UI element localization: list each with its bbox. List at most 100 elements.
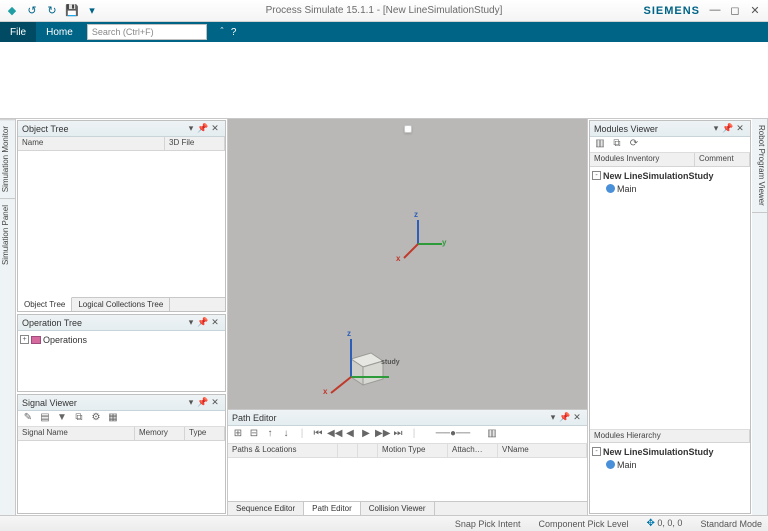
pe-col-paths[interactable]: Paths & Locations xyxy=(228,444,338,457)
pe-col-2[interactable] xyxy=(358,444,378,457)
panel-pin-icon[interactable]: 📌 xyxy=(197,123,209,134)
tab-object-tree[interactable]: Object Tree xyxy=(18,297,72,311)
sig-btn-2[interactable]: ▤ xyxy=(38,412,52,426)
panel-pin-icon[interactable]: 📌 xyxy=(722,123,734,134)
window-controls: — ◻ ✕ xyxy=(706,4,764,17)
path-editor-title: Path Editor xyxy=(232,413,547,423)
operation-tree-panel: Operation Tree ▾ 📌 ✕ + Operations xyxy=(17,314,226,392)
qat-more-icon[interactable]: ▾ xyxy=(84,3,100,19)
pe-last-icon[interactable]: ⏭ xyxy=(391,428,405,442)
sig-btn-1[interactable]: ✎ xyxy=(21,412,35,426)
search-input[interactable]: Search (Ctrl+F) xyxy=(87,24,207,40)
panel-pin-icon[interactable]: 📌 xyxy=(197,317,209,328)
col-name[interactable]: Name xyxy=(18,137,165,150)
maximize-button[interactable]: ◻ xyxy=(726,4,744,17)
col-comment[interactable]: Comment xyxy=(695,153,750,166)
collapse-icon[interactable]: - xyxy=(592,171,601,180)
panel-pin-icon[interactable]: 📌 xyxy=(559,412,571,423)
qat-undo-icon[interactable]: ↺ xyxy=(24,3,40,19)
col-type[interactable]: Type xyxy=(185,427,225,440)
status-pick[interactable]: Component Pick Level xyxy=(538,519,628,529)
collapse-icon[interactable]: - xyxy=(592,447,601,456)
panel-dropdown-icon[interactable]: ▾ xyxy=(185,317,197,328)
help-icon[interactable]: ? xyxy=(231,27,237,38)
pe-up-icon[interactable]: ↑ xyxy=(263,428,277,442)
panel-pin-icon[interactable]: 📌 xyxy=(197,397,209,408)
col-3dfile[interactable]: 3D File xyxy=(165,137,225,150)
pe-slider[interactable]: ──●── xyxy=(423,428,483,442)
qat-save-icon[interactable]: 💾 xyxy=(64,3,80,19)
tab-path-editor[interactable]: Path Editor xyxy=(304,502,361,515)
sig-btn-6[interactable]: ▦ xyxy=(106,412,120,426)
tab-logical-collections[interactable]: Logical Collections Tree xyxy=(72,298,170,311)
pe-dn-icon[interactable]: ↓ xyxy=(279,428,293,442)
panel-close-icon[interactable]: ✕ xyxy=(734,123,746,134)
tree-row-operations[interactable]: + Operations xyxy=(20,333,223,346)
panel-close-icon[interactable]: ✕ xyxy=(209,317,221,328)
panel-dropdown-icon[interactable]: ▾ xyxy=(185,123,197,134)
pe-fwd-icon[interactable]: ▶▶ xyxy=(375,428,389,442)
status-snap[interactable]: Snap Pick Intent xyxy=(455,519,521,529)
panel-dropdown-icon[interactable]: ▾ xyxy=(185,397,197,408)
sidetab-robot-program-viewer[interactable]: Robot Program Viewer xyxy=(752,119,767,213)
pe-col-attach[interactable]: Attach… xyxy=(448,444,498,457)
tree-row-main-h[interactable]: Main xyxy=(592,458,748,471)
pe-col-vname[interactable]: VName xyxy=(498,444,587,457)
operation-tree[interactable]: + Operations xyxy=(18,331,225,391)
panel-dropdown-icon[interactable]: ▾ xyxy=(547,412,559,423)
pe-back-icon[interactable]: ◀ xyxy=(343,428,357,442)
pe-cols-icon[interactable]: ▥ xyxy=(485,428,499,442)
sidetab-simulation-panel[interactable]: Simulation Panel xyxy=(0,198,15,271)
panel-dropdown-icon[interactable]: ▾ xyxy=(710,123,722,134)
pe-add-icon[interactable]: ⊞ xyxy=(231,428,245,442)
tab-sequence-editor[interactable]: Sequence Editor xyxy=(228,502,304,515)
minimize-button[interactable]: — xyxy=(706,4,724,17)
modules-hierarchy-tree[interactable]: - New LineSimulationStudy Main xyxy=(590,443,750,513)
sig-btn-3[interactable]: ▼ xyxy=(55,412,69,426)
pe-first-icon[interactable]: ⏮ xyxy=(311,428,325,442)
tree-label: New LineSimulationStudy xyxy=(603,171,714,181)
tree-row-study[interactable]: - New LineSimulationStudy xyxy=(592,169,748,182)
col-signal-name[interactable]: Signal Name xyxy=(18,427,135,440)
expand-icon[interactable]: + xyxy=(20,335,29,344)
collapse-ribbon-icon[interactable]: ＾ xyxy=(217,25,227,40)
mv-btn-3[interactable]: ⟳ xyxy=(627,138,641,152)
panel-close-icon[interactable]: ✕ xyxy=(209,123,221,134)
tree-label: Operations xyxy=(43,335,87,345)
col-memory[interactable]: Memory xyxy=(135,427,185,440)
panel-close-icon[interactable]: ✕ xyxy=(571,412,583,423)
axis-gizmo-world: z y x xyxy=(398,214,448,264)
signal-toolbar: ✎ ▤ ▼ ⧉ ⚙ ▦ xyxy=(18,411,225,427)
app-icon[interactable]: ◆ xyxy=(4,3,20,19)
tab-collision-viewer[interactable]: Collision Viewer xyxy=(361,502,435,515)
module-icon xyxy=(606,460,615,469)
close-button[interactable]: ✕ xyxy=(746,4,764,17)
tree-row-study-h[interactable]: - New LineSimulationStudy xyxy=(592,445,748,458)
3d-viewport[interactable]: z y x z study x xyxy=(228,119,587,409)
tab-home[interactable]: Home xyxy=(36,22,83,42)
signal-list[interactable] xyxy=(18,441,225,513)
mv-btn-1[interactable]: ▥ xyxy=(593,138,607,152)
qat-redo-icon[interactable]: ↻ xyxy=(44,3,60,19)
tab-file[interactable]: File xyxy=(0,22,36,42)
panel-close-icon[interactable]: ✕ xyxy=(209,397,221,408)
col-inventory[interactable]: Modules Inventory xyxy=(590,153,695,166)
sig-btn-4[interactable]: ⧉ xyxy=(72,412,86,426)
object-tree[interactable] xyxy=(18,151,225,297)
mv-btn-2[interactable]: ⧉ xyxy=(610,138,624,152)
bottom-editor-tabs: Sequence Editor Path Editor Collision Vi… xyxy=(228,501,587,515)
modules-toolbar: ▥ ⧉ ⟳ xyxy=(590,137,750,153)
status-mode[interactable]: Standard Mode xyxy=(700,519,762,529)
pe-del-icon[interactable]: ⊟ xyxy=(247,428,261,442)
pe-col-motion[interactable]: Motion Type xyxy=(378,444,448,457)
modules-inventory-tree[interactable]: - New LineSimulationStudy Main xyxy=(590,167,750,429)
pe-prev-icon[interactable]: ◀◀ xyxy=(327,428,341,442)
pe-col-1[interactable] xyxy=(338,444,358,457)
sidetab-simulation-monitor[interactable]: Simulation Monitor xyxy=(0,119,15,198)
sig-btn-5[interactable]: ⚙ xyxy=(89,412,103,426)
pe-play-icon[interactable]: ▶ xyxy=(359,428,373,442)
tree-row-main[interactable]: Main xyxy=(592,182,748,195)
app-title: Process Simulate 15.1.1 - [New LineSimul… xyxy=(266,5,503,16)
hierarchy-header: Modules Hierarchy xyxy=(590,430,750,442)
scene-object-cube[interactable]: z study x xyxy=(323,329,403,402)
